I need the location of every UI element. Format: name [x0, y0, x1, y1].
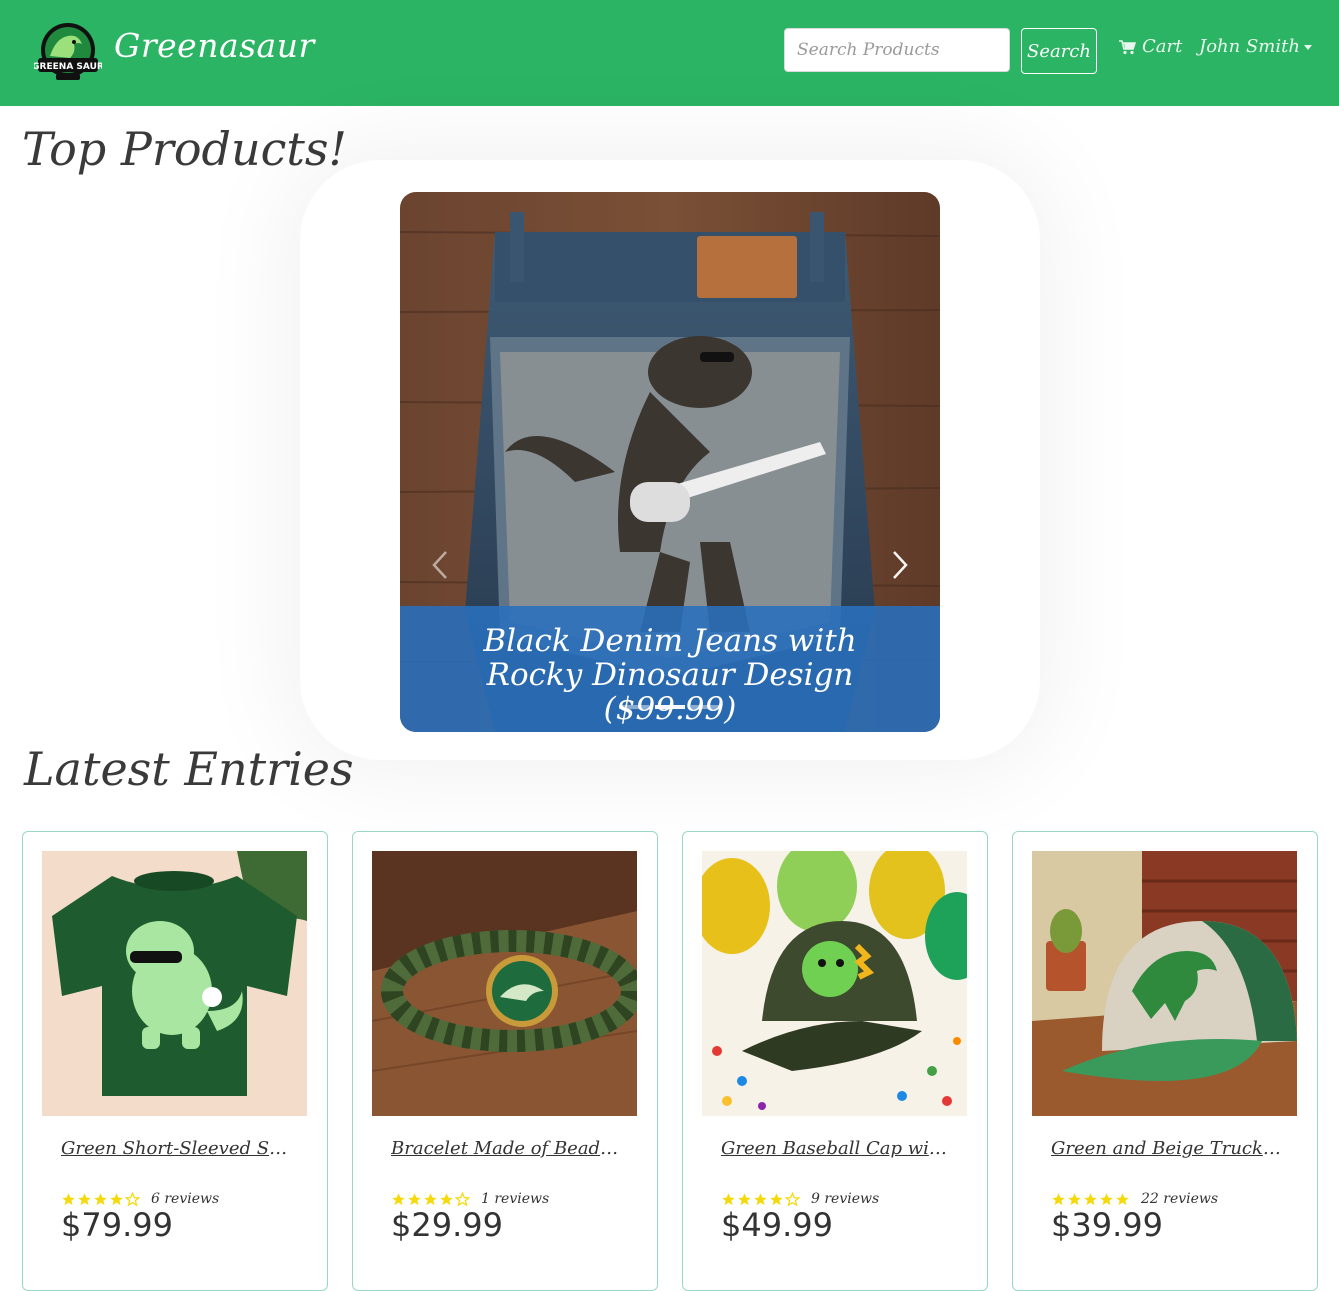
search-button[interactable]: Search: [1021, 28, 1097, 74]
search-input[interactable]: [784, 28, 1010, 72]
product-title-link[interactable]: Green Baseball Cap with ...: [721, 1138, 951, 1159]
review-count: 9 reviews: [811, 1191, 880, 1207]
product-rating: 22 reviews: [1051, 1191, 1218, 1207]
star-filled-icon: [424, 1192, 437, 1205]
star-filled-icon: [78, 1192, 91, 1205]
product-title-link[interactable]: Green and Beige Trucker ...: [1051, 1138, 1281, 1159]
product-price: $79.99: [61, 1206, 173, 1244]
product-image[interactable]: [1032, 851, 1297, 1116]
latest-entries-heading: Latest Entries: [24, 742, 354, 796]
product-image[interactable]: [372, 851, 637, 1116]
star-filled-icon: [1052, 1192, 1065, 1205]
star-filled-icon: [110, 1192, 123, 1205]
carousel-indicator-2[interactable]: [655, 705, 685, 709]
product-card: Green and Beige Trucker ... 22 reviews $…: [1012, 831, 1318, 1291]
product-card: Green Baseball Cap with ... 9 reviews $4…: [682, 831, 988, 1291]
brand-logo-text: GREENA SAUR: [34, 62, 102, 72]
cart-link[interactable]: Cart: [1118, 36, 1182, 57]
carousel-prev-icon[interactable]: [428, 548, 452, 582]
carousel-caption: Black Denim Jeans with Rocky Dinosaur De…: [400, 606, 940, 732]
star-filled-icon: [770, 1192, 783, 1205]
star-filled-icon: [94, 1192, 107, 1205]
product-card: Green Short-Sleeved Shirt ... 6 reviews …: [22, 831, 328, 1291]
carousel-next-icon[interactable]: [888, 548, 912, 582]
carousel-indicators: [619, 705, 721, 709]
product-title-link[interactable]: Bracelet Made of Beads wi...: [391, 1138, 621, 1159]
product-price: $49.99: [721, 1206, 833, 1244]
star-filled-icon: [62, 1192, 75, 1205]
star-empty-icon: [125, 1191, 140, 1207]
review-count: 6 reviews: [151, 1191, 220, 1207]
chevron-down-icon: [1303, 45, 1312, 50]
user-name: John Smith: [1199, 36, 1300, 57]
navbar: GREENA SAUR Greenasaur Search Cart John …: [0, 0, 1339, 106]
star-filled-icon: [1068, 1192, 1081, 1205]
star-filled-icon: [408, 1192, 421, 1205]
carousel-indicator-1[interactable]: [619, 705, 649, 709]
star-filled-icon: [1100, 1192, 1113, 1205]
star-filled-icon: [440, 1192, 453, 1205]
user-menu[interactable]: John Smith: [1199, 36, 1312, 57]
review-count: 22 reviews: [1141, 1191, 1219, 1207]
product-price: $39.99: [1051, 1206, 1163, 1244]
star-empty-icon: [785, 1191, 800, 1207]
product-rating: 6 reviews: [61, 1191, 219, 1207]
product-rating: 9 reviews: [721, 1191, 879, 1207]
brand-logo[interactable]: GREENA SAUR: [32, 22, 104, 84]
star-empty-icon: [455, 1191, 470, 1207]
star-filled-icon: [1084, 1192, 1097, 1205]
product-card: Bracelet Made of Beads wi... 1 reviews $…: [352, 831, 658, 1291]
product-rating: 1 reviews: [391, 1191, 549, 1207]
top-products-heading: Top Products!: [22, 122, 347, 176]
product-image[interactable]: [42, 851, 307, 1116]
star-filled-icon: [738, 1192, 751, 1205]
star-filled-icon: [1116, 1192, 1129, 1205]
top-products-carousel[interactable]: Black Denim Jeans with Rocky Dinosaur De…: [400, 192, 940, 732]
product-price: $29.99: [391, 1206, 503, 1244]
product-title-link[interactable]: Green Short-Sleeved Shirt ...: [61, 1138, 291, 1159]
carousel-indicator-3[interactable]: [691, 705, 721, 709]
star-filled-icon: [722, 1192, 735, 1205]
cart-label: Cart: [1142, 36, 1183, 57]
cart-icon: [1119, 39, 1136, 54]
product-image[interactable]: [702, 851, 967, 1116]
star-filled-icon: [392, 1192, 405, 1205]
brand-name[interactable]: Greenasaur: [114, 26, 315, 65]
star-filled-icon: [754, 1192, 767, 1205]
carousel-caption-text[interactable]: Black Denim Jeans with Rocky Dinosaur De…: [440, 624, 900, 726]
review-count: 1 reviews: [481, 1191, 550, 1207]
